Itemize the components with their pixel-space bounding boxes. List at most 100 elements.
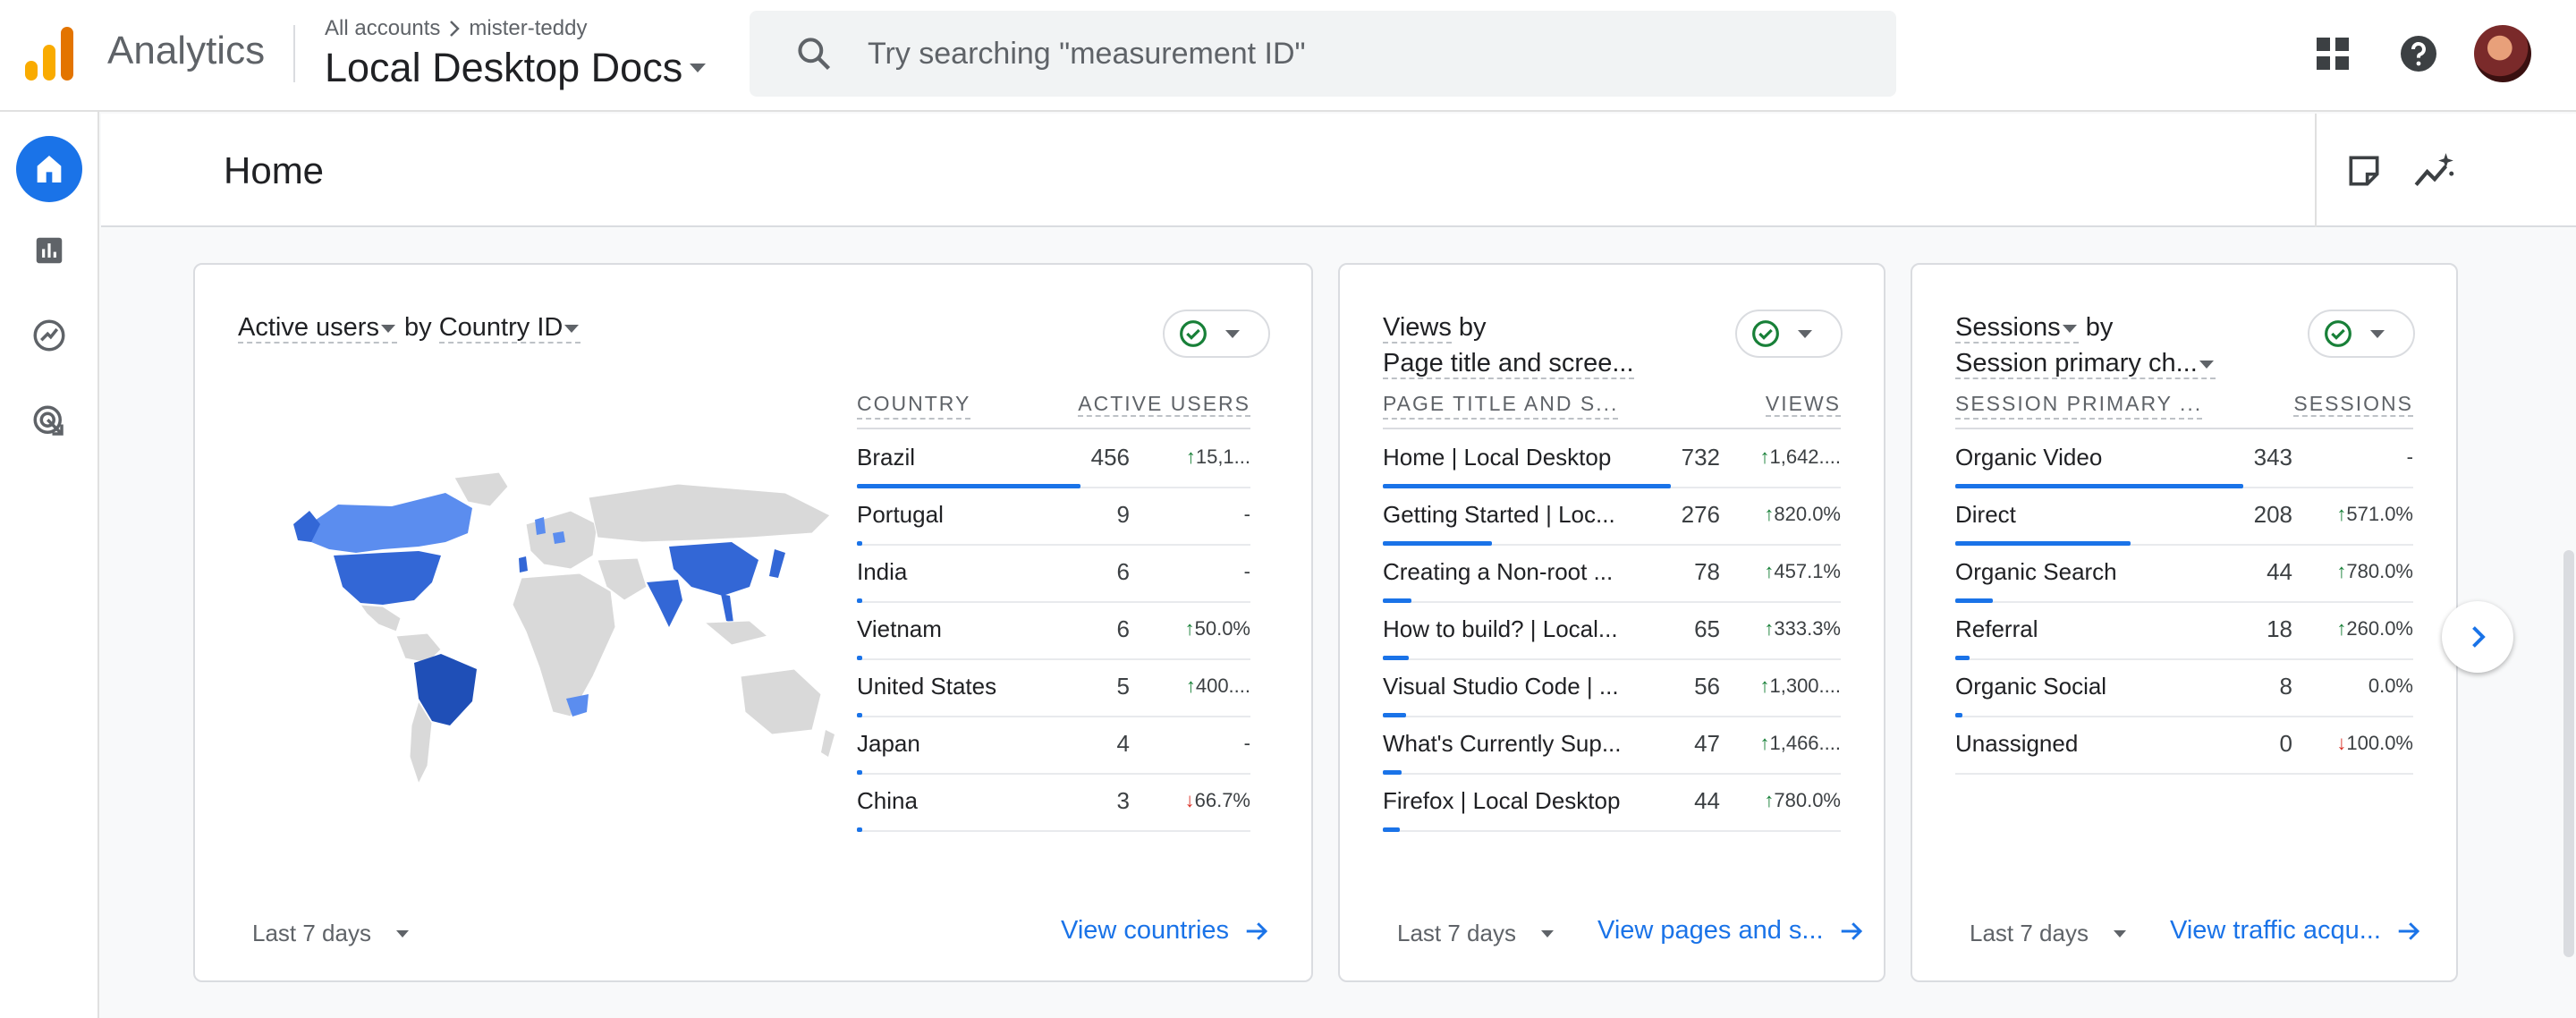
- nav-advertising[interactable]: [16, 388, 82, 454]
- top-bar: Analytics All accounts mister-teddy Loca…: [0, 0, 2576, 112]
- column-header-dimension[interactable]: SESSION PRIMARY ...: [1955, 392, 2203, 420]
- metric-selector[interactable]: Sessions: [1955, 313, 2079, 344]
- card-options-button[interactable]: [1735, 310, 1843, 358]
- chevron-right-icon: [450, 21, 461, 37]
- table-row[interactable]: What's Currently Sup... 47 ↑1,466....: [1383, 717, 1841, 775]
- table-row[interactable]: India 6 -: [857, 546, 1250, 603]
- table-row[interactable]: Vietnam 6 ↑50.0%: [857, 603, 1250, 660]
- divider: [1955, 428, 2413, 429]
- table-row[interactable]: Unassigned 0 ↓100.0%: [1955, 717, 2413, 775]
- chevron-down-icon: [1540, 929, 1554, 937]
- view-pages-link[interactable]: View pages and s...: [1597, 916, 1865, 946]
- column-header-dimension[interactable]: PAGE TITLE AND S...: [1383, 392, 1619, 420]
- table-row[interactable]: Organic Search 44 ↑780.0%: [1955, 546, 2413, 603]
- property-selector[interactable]: Local Desktop Docs: [325, 45, 707, 91]
- arrow-right-icon: [1246, 921, 1268, 940]
- help-icon[interactable]: [2397, 32, 2440, 75]
- divider: [857, 428, 1250, 429]
- table-row[interactable]: Home | Local Desktop 732 ↑1,642....: [1383, 431, 1841, 488]
- row-label: What's Currently Sup...: [1383, 730, 1622, 757]
- column-header-metric[interactable]: VIEWS: [1635, 392, 1841, 418]
- card-options-button[interactable]: [1163, 310, 1270, 358]
- view-traffic-acquisition-link[interactable]: View traffic acqu...: [2170, 916, 2422, 946]
- divider: [293, 25, 295, 82]
- card-title: Sessions by Session primary ch...: [1955, 310, 2216, 381]
- row-label: Brazil: [857, 444, 916, 471]
- world-map[interactable]: [284, 471, 848, 802]
- nav-explore[interactable]: [16, 302, 82, 369]
- row-label: China: [857, 787, 918, 814]
- table-row[interactable]: Getting Started | Loc... 276 ↑820.0%: [1383, 488, 1841, 546]
- apps-grid-icon[interactable]: [2311, 32, 2354, 75]
- table-row[interactable]: Firefox | Local Desktop 44 ↑780.0%: [1383, 775, 1841, 832]
- row-label: Visual Studio Code | ...: [1383, 673, 1619, 700]
- metric-selector[interactable]: Views: [1383, 313, 1452, 344]
- map-china: [669, 542, 758, 596]
- insights-note-icon[interactable]: [2344, 151, 2384, 191]
- view-countries-link[interactable]: View countries: [1061, 916, 1270, 946]
- scrollbar[interactable]: [2563, 550, 2574, 957]
- row-change: ↑50.0%: [1184, 617, 1250, 640]
- table-row[interactable]: Direct 208 ↑571.0%: [1955, 488, 2413, 546]
- row-value: 18: [2267, 615, 2292, 642]
- breadcrumb-root[interactable]: All accounts: [325, 16, 440, 41]
- arrow-up-icon: ↑: [1764, 503, 1775, 525]
- nav-rail: [0, 112, 99, 1018]
- analytics-logo[interactable]: [25, 27, 75, 81]
- page-header: Home: [101, 114, 2576, 227]
- table-row[interactable]: Visual Studio Code | ... 56 ↑1,300....: [1383, 660, 1841, 717]
- date-range-selector[interactable]: Last 7 days: [1970, 920, 2126, 947]
- check-circle-icon: [2325, 320, 2351, 347]
- row-value: 56: [1694, 673, 1720, 700]
- date-range-selector[interactable]: Last 7 days: [1397, 920, 1554, 947]
- breadcrumb-account[interactable]: mister-teddy: [469, 16, 587, 41]
- row-value: 343: [2253, 444, 2292, 471]
- table-row[interactable]: Portugal 9 -: [857, 488, 1250, 546]
- next-cards-button[interactable]: [2442, 601, 2513, 673]
- table-row[interactable]: Referral 18 ↑260.0%: [1955, 603, 2413, 660]
- row-change: ↑1,466....: [1759, 732, 1841, 754]
- row-value: 44: [2267, 558, 2292, 585]
- nav-reports[interactable]: [16, 217, 82, 284]
- metric-selector[interactable]: Active users: [238, 313, 397, 344]
- table-row[interactable]: China 3 ↓66.7%: [857, 775, 1250, 832]
- map-mexico: [359, 604, 402, 632]
- chevron-right-icon: [2472, 626, 2486, 648]
- date-range-selector[interactable]: Last 7 days: [252, 920, 409, 947]
- search-icon: [798, 38, 831, 71]
- table-row[interactable]: Organic Social 8 0.0%: [1955, 660, 2413, 717]
- dimension-selector[interactable]: Page title and scree...: [1383, 349, 1634, 379]
- nav-home[interactable]: [16, 136, 82, 202]
- search-input[interactable]: Try searching "measurement ID": [868, 37, 1306, 72]
- row-label: Getting Started | Loc...: [1383, 501, 1615, 528]
- map-africa: [512, 573, 616, 717]
- row-label: Vietnam: [857, 615, 942, 642]
- row-change: ↑333.3%: [1764, 617, 1841, 640]
- chevron-down-icon: [2370, 329, 2385, 338]
- breadcrumb[interactable]: All accounts mister-teddy: [325, 16, 587, 41]
- sparkle-trend-icon[interactable]: [2412, 149, 2457, 194]
- arrow-up-icon: ↑: [1759, 732, 1770, 754]
- row-label: Organic Search: [1955, 558, 2117, 585]
- map-usa: [334, 551, 441, 605]
- column-header-dimension[interactable]: COUNTRY: [857, 392, 971, 420]
- table-row[interactable]: Creating a Non-root ... 78 ↑457.1%: [1383, 546, 1841, 603]
- check-circle-icon: [1752, 320, 1779, 347]
- map-russia: [588, 483, 831, 543]
- table-row[interactable]: Japan 4 -: [857, 717, 1250, 775]
- column-header-metric[interactable]: ACTIVE USERS: [1009, 392, 1250, 418]
- avatar[interactable]: [2474, 25, 2531, 82]
- table-row[interactable]: How to build? | Local... 65 ↑333.3%: [1383, 603, 1841, 660]
- table-row[interactable]: United States 5 ↑400....: [857, 660, 1250, 717]
- dimension-selector[interactable]: Session primary ch...: [1955, 349, 2216, 379]
- dimension-selector[interactable]: Country ID: [438, 313, 581, 344]
- arrow-up-icon: ↑: [1764, 617, 1775, 640]
- table-row[interactable]: Brazil 456 ↑15,1...: [857, 431, 1250, 488]
- column-header-metric[interactable]: SESSIONS: [2207, 392, 2413, 418]
- row-share-bar: [857, 827, 862, 832]
- card-options-button[interactable]: [2308, 310, 2415, 358]
- search-bar[interactable]: Try searching "measurement ID": [750, 11, 1896, 97]
- table-row[interactable]: Organic Video 343 -: [1955, 431, 2413, 488]
- row-change: ↓66.7%: [1184, 789, 1250, 811]
- chevron-down-icon: [380, 324, 395, 333]
